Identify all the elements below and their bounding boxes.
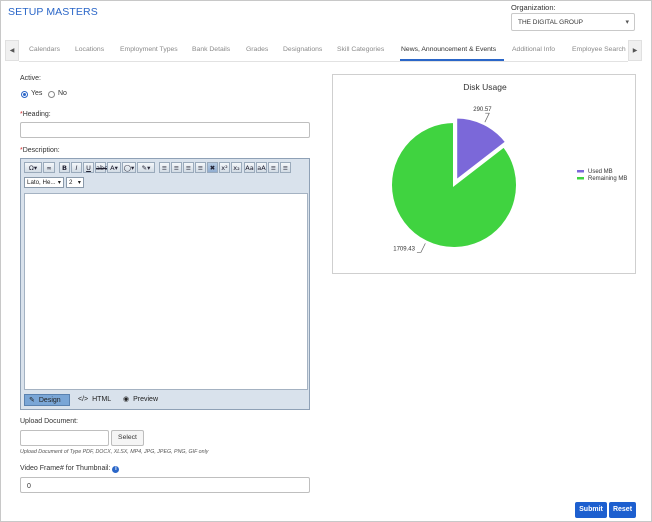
editor-toolbar: Ω▾ ∞ B I U abc A▾ ◯▾ ✎▾ ≡ ≡ ≡ ≡ ✖ x² x₂ … bbox=[23, 161, 309, 174]
legend-entry: Used MB bbox=[588, 169, 613, 175]
paint-format-icon[interactable]: ✎▾ bbox=[137, 162, 155, 173]
heading-label: *Heading: bbox=[20, 111, 51, 118]
tab-scroll-right-button[interactable]: ▶ bbox=[628, 40, 642, 61]
info-icon[interactable]: i bbox=[112, 466, 120, 473]
description-editor-area[interactable] bbox=[24, 193, 308, 390]
tab-bar: ◀ Calendars Locations Employment Types B… bbox=[5, 40, 642, 62]
uppercase-icon[interactable]: Aa bbox=[244, 162, 255, 173]
tab-calendars[interactable]: Calendars bbox=[29, 46, 60, 53]
legend-swatch bbox=[577, 177, 584, 180]
data-label: 1709.43 bbox=[393, 246, 415, 252]
italic-button[interactable]: I bbox=[71, 162, 82, 173]
tab-employee-search[interactable]: Employee Search bbox=[572, 46, 626, 53]
tab-skill-categories[interactable]: Skill Categories bbox=[337, 46, 384, 53]
disk-usage-chart: Disk Usage 290.57 1709.43 Used MB Remaining … bbox=[332, 74, 636, 274]
strikethrough-button[interactable]: abc bbox=[95, 162, 108, 173]
code-icon: </> bbox=[78, 396, 89, 403]
font-color-icon[interactable]: A▾ bbox=[107, 162, 121, 173]
heading-input[interactable] bbox=[20, 122, 310, 138]
superscript-icon[interactable]: x² bbox=[219, 162, 230, 173]
bold-button[interactable]: B bbox=[59, 162, 70, 173]
align-left-icon[interactable]: ≡ bbox=[159, 162, 170, 173]
tab-news-announcement-events[interactable]: News, Announcement & Events bbox=[401, 46, 496, 53]
chevron-down-icon: ▾ bbox=[77, 179, 81, 186]
editor-mode-tabs: ✎ Design </> HTML ◉ Preview bbox=[24, 394, 308, 407]
html-mode-label: HTML bbox=[92, 396, 112, 403]
upload-hint: Upload Document of Type PDF, DOCX, XLSX,… bbox=[20, 449, 209, 455]
font-size-value: 2 bbox=[69, 179, 73, 186]
disk-usage-pie-svg: Disk Usage 290.57 1709.43 Used MBRemaining … bbox=[390, 82, 627, 253]
active-yes-label: Yes bbox=[31, 90, 43, 97]
organization-select[interactable]: THE DIGITAL GROUP ▾ bbox=[511, 13, 635, 31]
organization-value: THE DIGITAL GROUP bbox=[518, 19, 584, 26]
html-mode-tab[interactable]: </> HTML bbox=[74, 394, 116, 406]
subscript-icon[interactable]: x₂ bbox=[231, 162, 242, 173]
organization-label: Organization: bbox=[511, 3, 556, 12]
align-center-icon[interactable]: ≡ bbox=[171, 162, 182, 173]
tab-locations[interactable]: Locations bbox=[75, 46, 104, 53]
underline-button[interactable]: U bbox=[83, 162, 94, 173]
upload-document-input[interactable] bbox=[20, 430, 109, 446]
preview-mode-tab[interactable]: ◉ Preview bbox=[119, 394, 169, 406]
pencil-icon: ✎ bbox=[29, 397, 35, 404]
active-label: Active: bbox=[20, 75, 42, 82]
design-mode-tab[interactable]: ✎ Design bbox=[24, 394, 70, 406]
select-file-button[interactable]: Select bbox=[111, 430, 144, 446]
video-frame-label-text: Video Frame# for Thumbnail: bbox=[20, 465, 111, 472]
description-label: *Description: bbox=[20, 147, 60, 154]
clear-format-icon[interactable]: ✖ bbox=[207, 162, 218, 173]
chevron-down-icon: ▾ bbox=[57, 179, 61, 186]
description-label-text: Description: bbox=[22, 147, 60, 154]
video-frame-value: 0 bbox=[27, 483, 31, 490]
chart-title: Disk Usage bbox=[463, 82, 507, 92]
leader-line bbox=[416, 243, 426, 253]
lowercase-icon[interactable]: aA bbox=[256, 162, 267, 173]
legend-swatch bbox=[577, 170, 584, 173]
preview-mode-label: Preview bbox=[133, 396, 159, 403]
video-frame-input[interactable]: 0 bbox=[20, 477, 310, 493]
active-no-label: No bbox=[58, 90, 67, 97]
legend-entry: Remaining MB bbox=[588, 176, 627, 182]
data-label: 290.57 bbox=[473, 107, 492, 113]
chevron-down-icon: ▾ bbox=[625, 19, 629, 26]
font-family-select[interactable]: Lato, He... ▾ bbox=[24, 177, 64, 188]
ordered-list-icon[interactable]: ≡ bbox=[268, 162, 279, 173]
tab-grades[interactable]: Grades bbox=[246, 46, 268, 53]
tab-designations[interactable]: Designations bbox=[283, 46, 322, 53]
rich-text-editor: Ω▾ ∞ B I U abc A▾ ◯▾ ✎▾ ≡ ≡ ≡ ≡ ✖ x² x₂ … bbox=[20, 158, 310, 410]
active-tab-indicator bbox=[400, 59, 504, 61]
font-family-value: Lato, He... bbox=[27, 179, 56, 186]
upload-document-label: Upload Document: bbox=[20, 418, 78, 425]
tab-employment-types[interactable]: Employment Types bbox=[120, 46, 178, 53]
active-yes-radio[interactable] bbox=[21, 91, 28, 98]
page-title: SETUP MASTERS bbox=[8, 6, 98, 18]
link-icon[interactable]: ∞ bbox=[43, 162, 55, 173]
align-right-icon[interactable]: ≡ bbox=[183, 162, 194, 173]
special-char-icon[interactable]: Ω▾ bbox=[24, 162, 42, 173]
tab-divider bbox=[19, 61, 628, 62]
font-size-select[interactable]: 2 ▾ bbox=[66, 177, 84, 188]
reset-button[interactable]: Reset bbox=[609, 502, 636, 518]
video-frame-label: Video Frame# for Thumbnail: i bbox=[20, 465, 120, 473]
highlight-icon[interactable]: ◯▾ bbox=[122, 162, 136, 173]
unordered-list-icon[interactable]: ≡ bbox=[280, 162, 291, 173]
justify-icon[interactable]: ≡ bbox=[195, 162, 206, 173]
tab-bank-details[interactable]: Bank Details bbox=[192, 46, 230, 53]
tab-scroll-left-button[interactable]: ◀ bbox=[5, 40, 19, 61]
design-mode-label: Design bbox=[38, 397, 61, 404]
tab-additional-info[interactable]: Additional Info bbox=[512, 46, 555, 53]
active-no-radio[interactable] bbox=[48, 91, 55, 98]
eye-icon: ◉ bbox=[123, 396, 130, 403]
heading-label-text: Heading: bbox=[22, 111, 51, 118]
leader-line bbox=[484, 112, 490, 123]
editor-format-row: Lato, He... ▾ 2 ▾ bbox=[23, 176, 309, 189]
submit-button[interactable]: Submit bbox=[575, 502, 607, 518]
